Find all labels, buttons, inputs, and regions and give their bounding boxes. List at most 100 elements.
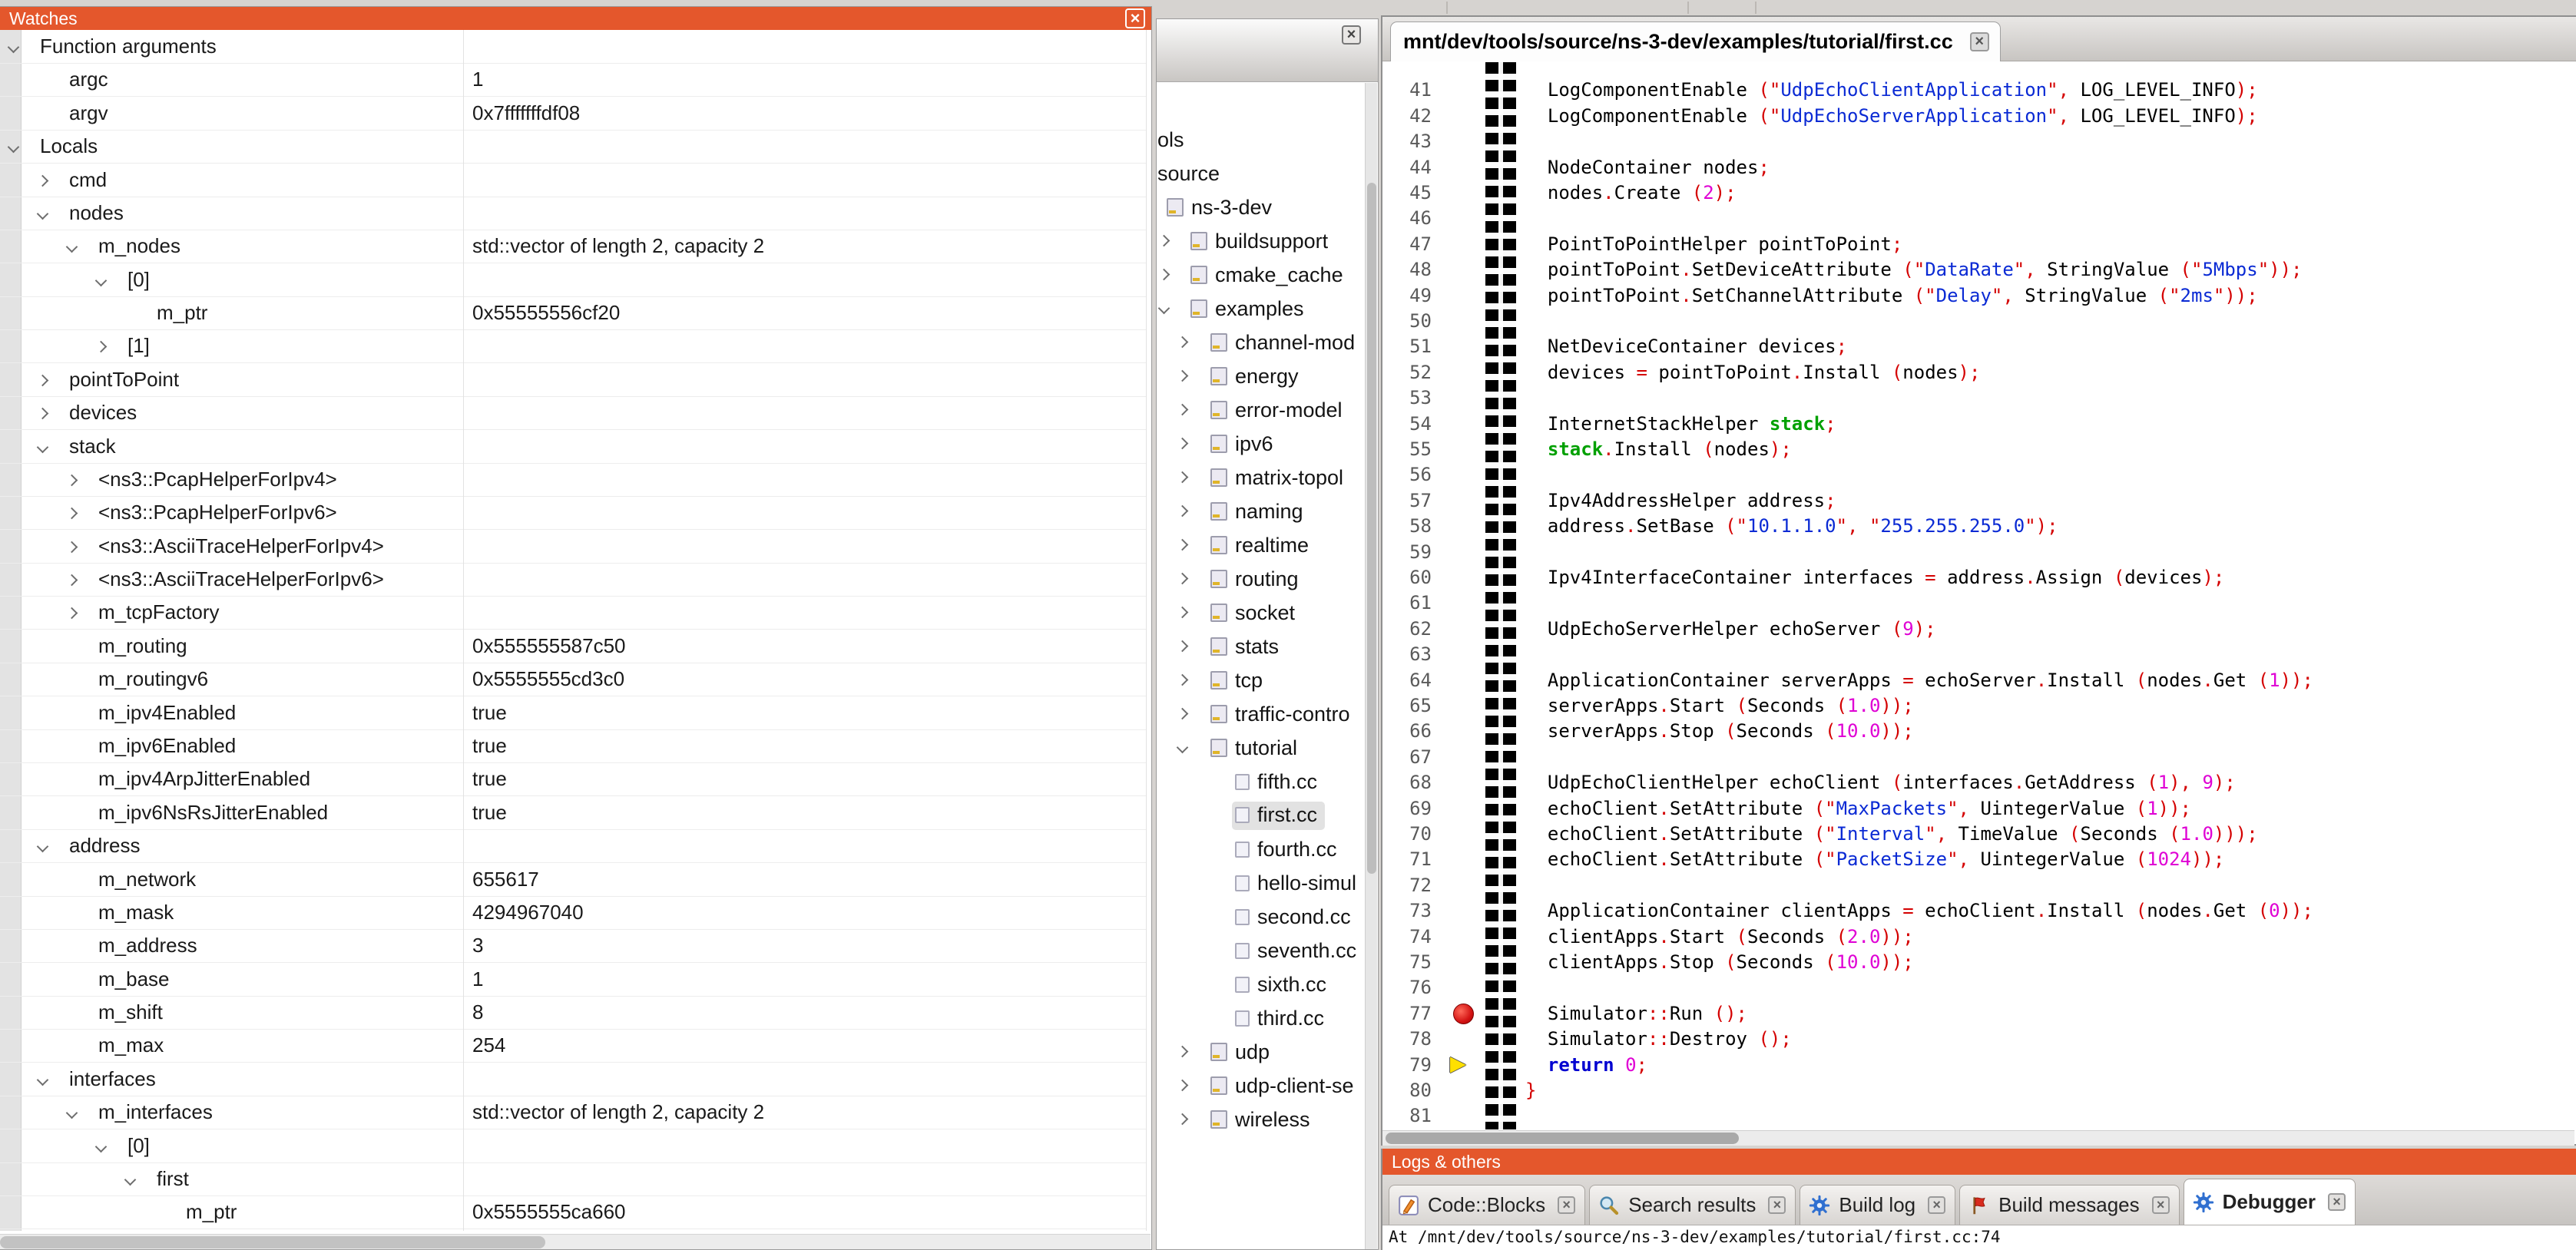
line-number[interactable]: 80 (1382, 1077, 1432, 1103)
watch-row[interactable]: <ns3::PcapHelperForIpv6> (0, 496, 1147, 530)
watch-row[interactable]: m_nodesstd::vector of length 2, capacity… (0, 230, 1147, 263)
tree-item-fifth-cc[interactable]: fifth.cc (1157, 765, 1317, 799)
chevron-right-icon[interactable] (66, 607, 78, 620)
watch-row[interactable]: m_routing0x555555587c50 (0, 630, 1147, 663)
line-number[interactable]: 52 (1382, 359, 1432, 385)
line-number[interactable]: 81 (1382, 1103, 1432, 1129)
line-number[interactable]: 78 (1382, 1026, 1432, 1052)
close-icon[interactable]: × (2152, 1196, 2170, 1214)
line-number[interactable]: 77 (1382, 1000, 1432, 1027)
watch-row[interactable]: m_base1 (0, 963, 1147, 997)
tree-item-tutorial[interactable]: tutorial (1157, 731, 1297, 765)
chevron-right-icon[interactable] (1160, 235, 1168, 249)
watch-row[interactable]: [0] (0, 1129, 1147, 1163)
watch-row[interactable]: <ns3::AsciiTraceHelperForIpv4> (0, 530, 1147, 564)
watch-row[interactable]: Function arguments (0, 30, 1147, 64)
close-icon[interactable]: × (1558, 1196, 1575, 1214)
tree-item-sixth-cc[interactable]: sixth.cc (1157, 967, 1326, 1001)
chevron-right-icon[interactable] (66, 541, 78, 553)
line-number[interactable]: 73 (1382, 898, 1432, 924)
tree-item-traffic-contro[interactable]: traffic-contro (1157, 697, 1350, 731)
chevron-right-icon[interactable] (1178, 708, 1187, 722)
chevron-right-icon[interactable] (66, 475, 78, 487)
tree-item-udp-client-se[interactable]: udp-client-se (1157, 1069, 1354, 1103)
chevron-right-icon[interactable] (1178, 336, 1187, 350)
chevron-down-icon[interactable] (66, 241, 78, 253)
tree-item-realtime[interactable]: realtime (1157, 528, 1309, 562)
chevron-down-icon[interactable] (95, 1140, 108, 1152)
chevron-down-icon[interactable] (1160, 303, 1168, 316)
chevron-right-icon[interactable] (37, 375, 49, 387)
tree-item-fourth-cc[interactable]: fourth.cc (1157, 832, 1337, 866)
logs-tab-code-blocks[interactable]: Code::Blocks× (1389, 1185, 1585, 1225)
editor-tab-first-cc[interactable]: mnt/dev/tools/source/ns-3-dev/examples/t… (1390, 21, 2001, 61)
line-number[interactable]: 42 (1382, 103, 1432, 129)
line-number[interactable]: 75 (1382, 949, 1432, 975)
line-number[interactable]: 48 (1382, 256, 1432, 283)
watch-row[interactable]: m_shift8 (0, 996, 1147, 1030)
tree-item-routing[interactable]: routing (1157, 562, 1299, 596)
logs-titlebar[interactable]: Logs & others (1382, 1149, 2576, 1175)
line-number[interactable]: 66 (1382, 718, 1432, 744)
chevron-down-icon[interactable] (37, 1073, 49, 1086)
chevron-right-icon[interactable] (1178, 607, 1187, 620)
tree-item-seventh-cc[interactable]: seventh.cc (1157, 934, 1356, 967)
line-number[interactable]: 45 (1382, 180, 1432, 206)
watch-row[interactable]: m_address3 (0, 929, 1147, 963)
watch-row[interactable]: address (0, 829, 1147, 863)
tree-item-naming[interactable]: naming (1157, 494, 1303, 528)
watch-row[interactable]: devices (0, 396, 1147, 430)
line-number[interactable]: 65 (1382, 693, 1432, 719)
chevron-right-icon[interactable] (37, 174, 49, 187)
chevron-down-icon[interactable] (8, 41, 20, 54)
tree-item-matrix-topol[interactable]: matrix-topol (1157, 461, 1343, 494)
chevron-down-icon[interactable] (37, 841, 49, 853)
chevron-down-icon[interactable] (95, 274, 108, 286)
watch-row[interactable]: first (0, 1162, 1147, 1196)
watch-row[interactable]: m_ipv6Enabledtrue (0, 729, 1147, 763)
line-number[interactable]: 46 (1382, 205, 1432, 231)
tree-item-energy[interactable]: energy (1157, 359, 1299, 393)
watch-row[interactable]: m_ipv6NsRsJitterEnabledtrue (0, 796, 1147, 830)
watch-row[interactable]: pointToPoint (0, 363, 1147, 397)
chevron-right-icon[interactable] (1178, 370, 1187, 384)
close-icon[interactable]: × (1768, 1196, 1786, 1214)
chevron-right-icon[interactable] (1178, 404, 1187, 418)
chevron-right-icon[interactable] (1178, 674, 1187, 688)
line-number[interactable]: 57 (1382, 488, 1432, 514)
watch-row[interactable]: interfaces (0, 1063, 1147, 1096)
watch-row[interactable]: <ns3::AsciiTraceHelperForIpv6> (0, 563, 1147, 597)
line-number[interactable]: 51 (1382, 333, 1432, 359)
line-number[interactable]: 44 (1382, 154, 1432, 180)
editor-hscrollbar[interactable] (1382, 1130, 2574, 1146)
tree-item-second-cc[interactable]: second.cc (1157, 900, 1351, 934)
line-number[interactable]: 43 (1382, 128, 1432, 154)
logs-tab-build-messages[interactable]: Build messages× (1959, 1185, 2180, 1225)
watch-row[interactable]: <ns3::PcapHelperForIpv4> (0, 463, 1147, 497)
line-number[interactable]: 74 (1382, 924, 1432, 950)
tree-item-ns-3-dev[interactable]: ns-3-dev (1157, 190, 1272, 224)
watch-row[interactable]: m_ipv4ArpJitterEnabledtrue (0, 762, 1147, 796)
line-number[interactable]: 47 (1382, 231, 1432, 257)
watch-row[interactable]: m_tcpFactory (0, 596, 1147, 630)
chevron-right-icon[interactable] (1178, 539, 1187, 553)
line-number[interactable]: 61 (1382, 590, 1432, 616)
line-number[interactable]: 55 (1382, 436, 1432, 462)
line-number[interactable]: 41 (1382, 77, 1432, 103)
chevron-down-icon[interactable] (37, 441, 49, 453)
line-number[interactable]: 59 (1382, 539, 1432, 565)
logs-tab-build-log[interactable]: Build log× (1800, 1185, 1955, 1225)
chevron-down-icon[interactable] (66, 1107, 78, 1119)
watch-row[interactable]: nodes (0, 197, 1147, 230)
line-number[interactable]: 71 (1382, 846, 1432, 872)
scrollbar-thumb[interactable] (0, 1236, 545, 1248)
chevron-right-icon[interactable] (1178, 1080, 1187, 1093)
line-number[interactable]: 53 (1382, 385, 1432, 411)
chevron-right-icon[interactable] (1178, 1046, 1187, 1060)
chevron-down-icon[interactable] (1178, 742, 1187, 756)
line-number[interactable]: 69 (1382, 795, 1432, 822)
watches-titlebar[interactable]: Watches × (0, 7, 1151, 30)
close-icon[interactable]: × (1342, 25, 1361, 45)
logs-tab-debugger[interactable]: Debugger× (2184, 1179, 2356, 1225)
line-number[interactable]: 50 (1382, 308, 1432, 334)
